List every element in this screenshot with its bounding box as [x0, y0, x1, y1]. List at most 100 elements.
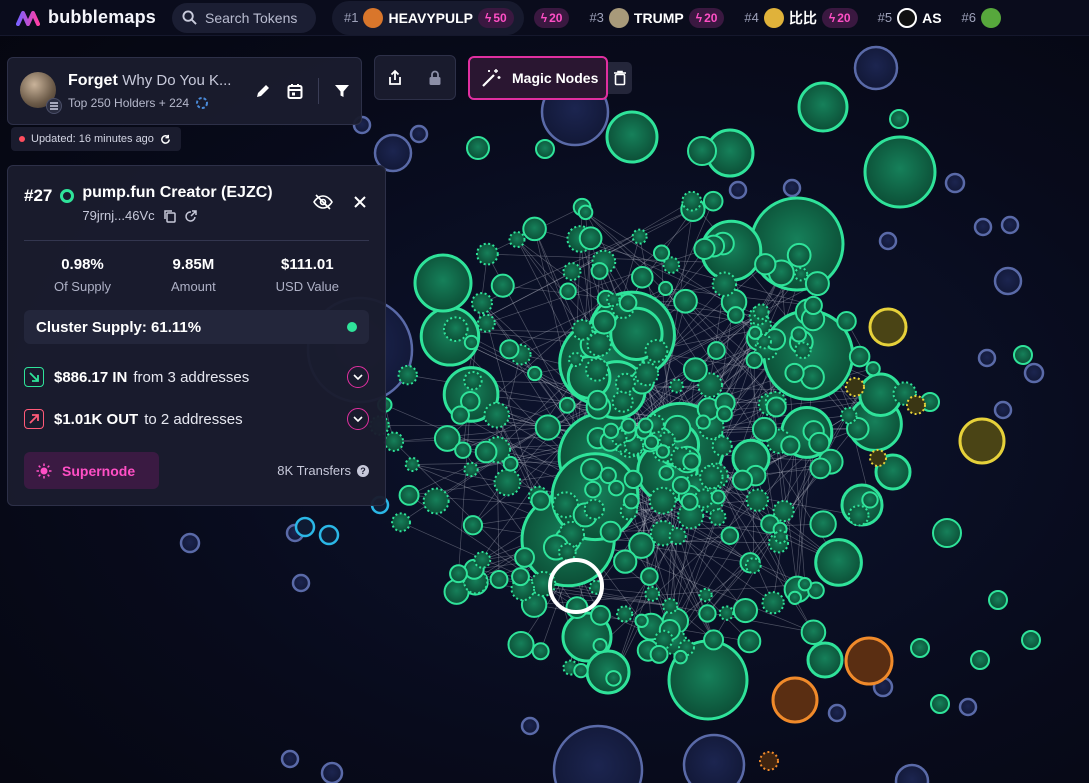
- holder-node-green[interactable]: [682, 452, 701, 471]
- holder-node-green[interactable]: [708, 508, 727, 527]
- holder-node-green[interactable]: [1013, 345, 1033, 365]
- holder-node-blue[interactable]: [520, 716, 540, 736]
- holder-node-green[interactable]: [606, 292, 621, 307]
- holder-node-green[interactable]: [836, 311, 857, 332]
- holder-node-green[interactable]: [623, 469, 643, 490]
- holder-node-green[interactable]: [698, 604, 717, 623]
- holder-node-green[interactable]: [620, 417, 637, 434]
- holder-node-green[interactable]: [571, 318, 594, 341]
- holder-node-green[interactable]: [583, 498, 605, 520]
- holder-node-green[interactable]: [648, 486, 677, 515]
- holder-node-green[interactable]: [720, 526, 740, 546]
- holder-node-green[interactable]: [865, 361, 881, 377]
- holder-node-green[interactable]: [840, 406, 858, 425]
- cluster-supply-row[interactable]: Cluster Supply: 61.11%: [24, 310, 369, 344]
- holder-node-green[interactable]: [578, 226, 603, 251]
- holder-node-green[interactable]: [637, 417, 654, 434]
- holder-node-yellow[interactable]: [868, 307, 908, 347]
- holder-node-blue[interactable]: [409, 124, 429, 144]
- holder-node-green[interactable]: [634, 361, 660, 387]
- holder-node-green[interactable]: [450, 405, 470, 425]
- copy-icon[interactable]: [163, 209, 176, 223]
- holder-node-blue[interactable]: [320, 761, 344, 783]
- lock-icon[interactable]: [426, 69, 444, 87]
- holder-node-green[interactable]: [790, 326, 807, 343]
- holder-node-green[interactable]: [449, 564, 468, 584]
- holder-node-green[interactable]: [698, 587, 713, 603]
- holder-node-green[interactable]: [765, 396, 787, 418]
- holder-node-green[interactable]: [562, 262, 582, 282]
- holder-node-blue[interactable]: [993, 400, 1013, 420]
- holder-node-green[interactable]: [608, 479, 625, 497]
- holder-node-green[interactable]: [531, 642, 550, 661]
- holder-node-green[interactable]: [808, 431, 831, 454]
- holder-node-orange[interactable]: [844, 636, 894, 686]
- holder-node-green[interactable]: [565, 596, 589, 620]
- holder-node-green[interactable]: [726, 306, 745, 324]
- holder-node-green[interactable]: [644, 339, 669, 363]
- holder-node-blue[interactable]: [993, 266, 1023, 296]
- holder-node-green[interactable]: [623, 492, 640, 510]
- holder-node-green[interactable]: [988, 590, 1008, 610]
- holder-node-green[interactable]: [745, 351, 763, 369]
- holder-node-green[interactable]: [590, 262, 609, 280]
- holder-node-blue[interactable]: [280, 749, 300, 769]
- outflow-row[interactable]: $1.01K OUT to 2 addresses: [24, 405, 369, 433]
- holder-node-green[interactable]: [703, 629, 725, 651]
- holder-node-green[interactable]: [558, 542, 577, 562]
- holder-node-blue[interactable]: [853, 45, 899, 91]
- holder-node-orange[interactable]: [759, 751, 779, 771]
- holder-node-green[interactable]: [559, 282, 577, 300]
- holder-node-green[interactable]: [787, 590, 802, 605]
- holder-node-green[interactable]: [673, 649, 688, 665]
- holder-node-green[interactable]: [590, 604, 611, 626]
- close-icon[interactable]: [353, 195, 367, 209]
- holder-node-green[interactable]: [507, 631, 535, 659]
- holder-node-green[interactable]: [502, 455, 519, 472]
- ticker-item-6[interactable]: #6: [952, 1, 1011, 35]
- holder-node-green[interactable]: [773, 529, 788, 544]
- holder-node-green[interactable]: [466, 136, 490, 160]
- holder-node-green[interactable]: [568, 351, 584, 368]
- holder-node-blue[interactable]: [179, 532, 201, 554]
- holder-node-green[interactable]: [463, 461, 479, 478]
- holder-node-green[interactable]: [522, 216, 547, 242]
- holder-node-green[interactable]: [932, 518, 962, 548]
- holder-node-green[interactable]: [493, 468, 522, 497]
- holder-node-green[interactable]: [640, 567, 659, 586]
- holder-node-green[interactable]: [737, 629, 762, 654]
- holder-node-green[interactable]: [474, 440, 498, 464]
- holder-node-blue[interactable]: [552, 724, 644, 783]
- holder-node-green[interactable]: [643, 434, 660, 450]
- holder-node-green[interactable]: [814, 538, 863, 587]
- holder-node-green[interactable]: [761, 591, 785, 615]
- holder-node-green[interactable]: [748, 325, 763, 340]
- holder-node-green[interactable]: [710, 489, 726, 505]
- holder-node-blue[interactable]: [977, 348, 997, 368]
- holder-node-orange[interactable]: [771, 676, 819, 724]
- holder-node-green[interactable]: [511, 567, 530, 587]
- ticker-item-1[interactable]: #1 HEAVYPULP ϟ 50: [332, 0, 524, 35]
- filter-icon[interactable]: [333, 82, 351, 100]
- holder-node-blue[interactable]: [682, 733, 746, 783]
- holder-node-green[interactable]: [613, 549, 638, 574]
- holder-node-green[interactable]: [599, 520, 622, 543]
- holder-node-green[interactable]: [592, 637, 608, 654]
- holder-node-blue[interactable]: [1000, 215, 1020, 235]
- holder-node-green[interactable]: [800, 619, 827, 646]
- holder-node-green[interactable]: [668, 527, 687, 546]
- holder-node-green[interactable]: [534, 414, 561, 441]
- magic-nodes-button[interactable]: Magic Nodes: [468, 56, 608, 100]
- holder-node-green[interactable]: [483, 401, 511, 429]
- holder-node-green[interactable]: [577, 204, 594, 221]
- holder-node-yellow[interactable]: [869, 449, 887, 467]
- holder-node-green[interactable]: [614, 372, 636, 394]
- holder-node-green[interactable]: [616, 605, 634, 623]
- ticker-item-2[interactable]: ϟ 20: [524, 1, 580, 35]
- holder-node-green[interactable]: [754, 253, 777, 276]
- holder-node-green[interactable]: [489, 570, 509, 589]
- holder-node-green[interactable]: [711, 271, 738, 297]
- search-input[interactable]: Search Tokens: [172, 2, 316, 33]
- chevron-down-icon[interactable]: [347, 408, 369, 430]
- holder-node-green[interactable]: [454, 441, 472, 459]
